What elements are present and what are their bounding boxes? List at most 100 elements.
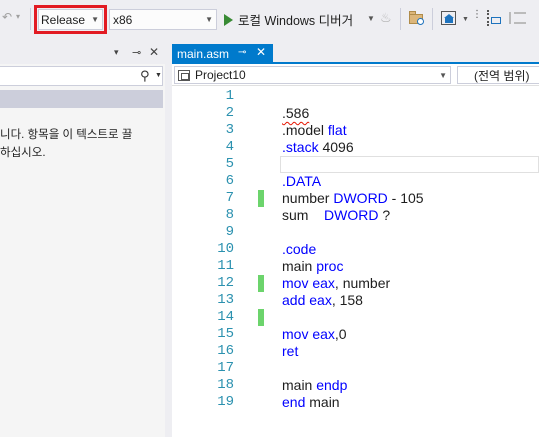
keyword-token: mov eax xyxy=(282,275,335,291)
find-in-files-icon[interactable] xyxy=(408,9,426,27)
line-number: 10 xyxy=(217,241,234,257)
undo-dropdown-icon[interactable]: ▾ xyxy=(16,12,20,21)
chevron-down-icon[interactable]: ▼ xyxy=(155,72,162,79)
code-line: 10 .code xyxy=(172,241,539,258)
code-text: mov eax,0 xyxy=(282,326,347,343)
code-line: 2 .586 xyxy=(172,105,539,122)
line-number: 4 xyxy=(225,139,234,155)
message-line: 니다. 항목을 이 텍스트로 끌 xyxy=(0,129,133,141)
code-token: ,0 xyxy=(334,326,347,342)
keyword-token: mov eax xyxy=(282,326,335,342)
project-name: Project10 xyxy=(195,68,246,82)
code-line: 3 .model flat xyxy=(172,122,539,139)
toolbar-separator xyxy=(400,8,401,30)
code-token: 4096 xyxy=(318,139,354,155)
keyword-token: .DATA xyxy=(282,173,322,189)
current-line-highlight xyxy=(280,156,539,173)
keyword-token: .stack xyxy=(282,139,319,155)
code-line: 19 end main xyxy=(172,394,539,411)
toolbox-group-header[interactable] xyxy=(0,90,163,108)
close-icon[interactable]: ✕ xyxy=(256,45,266,59)
navigation-bar: Project10 ▼ (전역 범위) xyxy=(172,64,539,86)
line-number: 12 xyxy=(217,275,234,291)
panel-header: ▾ ⊸ ✕ xyxy=(0,44,165,64)
solution-platform-select[interactable]: x86 ▼ xyxy=(109,9,217,30)
code-text: add eax, 158 xyxy=(282,292,363,309)
code-line: 4 .stack 4096 xyxy=(172,139,539,156)
hot-reload-icon[interactable]: ♨ xyxy=(380,10,392,26)
pin-icon[interactable]: ⊸ xyxy=(238,47,246,58)
step-over-icon[interactable] xyxy=(484,9,502,27)
code-token: ? xyxy=(378,207,391,223)
keyword-token: endp xyxy=(316,377,348,393)
code-line: 17 xyxy=(172,360,539,377)
code-line: 1 xyxy=(172,88,539,105)
keyword-token: DWORD xyxy=(324,207,379,223)
toolbox-search-input[interactable]: ⚲ ▼ xyxy=(0,66,163,86)
code-token: main xyxy=(305,394,340,410)
keyword-token: flat xyxy=(327,122,347,138)
line-number: 2 xyxy=(225,105,234,121)
panel-splitter[interactable] xyxy=(165,38,172,437)
code-text: main proc xyxy=(282,258,343,275)
code-text: sum DWORD ? xyxy=(282,207,390,224)
code-token: - 105 xyxy=(387,190,424,206)
pin-icon[interactable]: ⊸ xyxy=(132,46,141,59)
toolbox-empty-message: 니다. 항목을 이 텍스트로 끌 하십시오. xyxy=(0,126,165,162)
keyword-token: ret xyxy=(282,343,299,359)
code-text: .code xyxy=(282,241,316,258)
tab-label: main.asm xyxy=(177,47,230,61)
platform-value: x86 xyxy=(113,12,133,27)
code-line: 18 main endp xyxy=(172,377,539,394)
chevron-down-icon: ▼ xyxy=(439,71,447,80)
code-token: main xyxy=(282,377,317,393)
code-text: ret xyxy=(282,343,298,360)
keyword-token: DWORD xyxy=(333,190,388,206)
line-number: 8 xyxy=(225,207,234,223)
line-number: 18 xyxy=(217,377,234,393)
code-token: main xyxy=(282,258,317,274)
start-debugging-button[interactable]: 로컬 Windows 디버거 xyxy=(224,9,353,30)
undo-icon[interactable]: ↶ xyxy=(2,10,12,24)
line-number: 6 xyxy=(225,173,234,189)
code-line: 9 xyxy=(172,224,539,241)
code-line: 14 xyxy=(172,309,539,326)
project-icon xyxy=(178,69,190,81)
code-text: .model flat xyxy=(282,122,347,139)
chevron-down-icon: ▼ xyxy=(205,15,213,24)
message-line: 하십시오. xyxy=(0,147,46,159)
tab-main-asm[interactable]: main.asm ⊸ ✕ xyxy=(172,44,273,64)
play-icon xyxy=(224,13,233,26)
line-number: 19 xyxy=(217,394,234,410)
scope-label: (전역 범위) xyxy=(474,68,530,83)
run-dropdown-icon[interactable]: ▼ xyxy=(367,14,375,23)
chevron-down-icon[interactable]: ▾ xyxy=(114,47,119,58)
comment-icon[interactable] xyxy=(508,9,526,27)
configuration-value: Release xyxy=(41,12,86,27)
line-number: 7 xyxy=(225,190,234,206)
close-icon[interactable]: ✕ xyxy=(149,45,159,59)
keyword-token: end xyxy=(282,394,306,410)
code-text: end main xyxy=(282,394,340,411)
solution-configuration-select[interactable]: Release ▼ xyxy=(34,5,107,34)
home-dropdown-icon[interactable]: ▼ xyxy=(462,16,469,23)
scope-dropdown[interactable]: (전역 범위) xyxy=(457,66,539,84)
project-dropdown[interactable]: Project10 ▼ xyxy=(174,66,451,84)
line-number: 3 xyxy=(225,122,234,138)
code-text: main endp xyxy=(282,377,347,394)
change-marker xyxy=(258,190,264,207)
code-text: mov eax, number xyxy=(282,275,390,292)
search-icon[interactable]: ⚲ xyxy=(140,68,150,84)
change-marker xyxy=(258,309,264,326)
line-number: 1 xyxy=(225,88,234,104)
keyword-token: proc xyxy=(316,258,344,274)
code-token: number xyxy=(282,190,334,206)
line-number: 11 xyxy=(217,258,234,274)
code-line: 7 number DWORD - 105 xyxy=(172,190,539,207)
home-icon[interactable] xyxy=(440,9,458,27)
toolbox-panel: ▾ ⊸ ✕ ⚲ ▼ 니다. 항목을 이 텍스트로 끌 하십시오. xyxy=(0,44,165,437)
code-text: number DWORD - 105 xyxy=(282,190,424,207)
code-line: 12 mov eax, number xyxy=(172,275,539,292)
code-text: .586 xyxy=(282,105,310,121)
code-editor[interactable]: 1 2 .586 3 .model flat 4 .stack 4096 5 6… xyxy=(172,86,539,437)
